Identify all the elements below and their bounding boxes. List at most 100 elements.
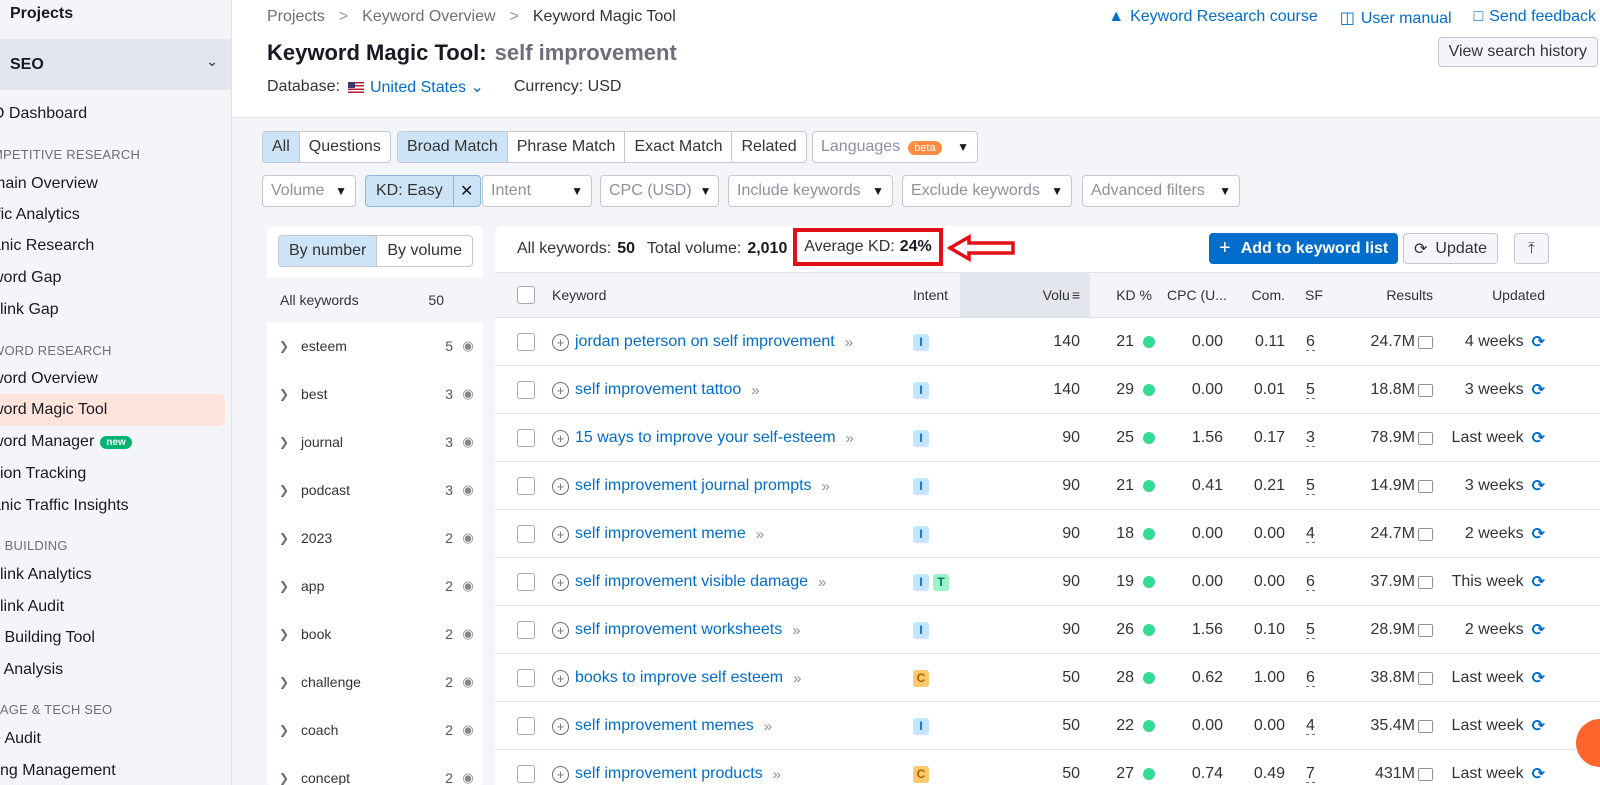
- group-row[interactable]: ❯ esteem 5 ◉: [267, 322, 483, 370]
- sf-count[interactable]: 6: [1306, 333, 1315, 351]
- sidebar-item[interactable]: klink Analytics: [0, 559, 92, 591]
- serp-icon[interactable]: [1418, 623, 1433, 637]
- serp-icon[interactable]: [1418, 479, 1433, 493]
- sidebar-item[interactable]: word Magic Tool: [0, 394, 225, 426]
- sidebar-item[interactable]: anic Traffic Insights: [0, 490, 129, 522]
- serp-icon[interactable]: [1418, 383, 1433, 397]
- col-kd[interactable]: KD %: [1112, 273, 1152, 317]
- cpc-filter[interactable]: CPC (USD) ▼: [600, 175, 719, 207]
- sidebar-item[interactable]: ting Management: [0, 755, 116, 785]
- row-checkbox[interactable]: [517, 381, 535, 399]
- serp-icon[interactable]: [1418, 575, 1433, 589]
- double-chevron-icon[interactable]: »: [845, 334, 853, 351]
- keyword-link[interactable]: self improvement worksheets: [575, 621, 782, 639]
- row-checkbox[interactable]: [517, 525, 535, 543]
- eye-icon[interactable]: ◉: [453, 770, 483, 785]
- group-row[interactable]: ❯ podcast 3 ◉: [267, 466, 483, 514]
- refresh-icon[interactable]: ⟳: [1532, 524, 1545, 544]
- add-keyword-icon[interactable]: +: [552, 573, 569, 591]
- sf-count[interactable]: 4: [1306, 717, 1315, 735]
- sf-cell[interactable]: 6: [1306, 318, 1315, 366]
- sf-count[interactable]: 7: [1306, 765, 1315, 783]
- close-icon[interactable]: ✕: [454, 176, 480, 206]
- double-chevron-icon[interactable]: »: [751, 382, 759, 399]
- sidebar-seo-toggle[interactable]: SEO ⌄: [0, 39, 231, 90]
- serp-icon[interactable]: [1418, 671, 1433, 685]
- add-keyword-icon[interactable]: +: [552, 381, 569, 399]
- group-row[interactable]: ❯ coach 2 ◉: [267, 706, 483, 754]
- sf-count[interactable]: 5: [1306, 477, 1315, 495]
- exclude-keywords-filter[interactable]: Exclude keywords ▼: [902, 175, 1072, 207]
- advanced-filters[interactable]: Advanced filters ▼: [1082, 175, 1240, 207]
- refresh-icon[interactable]: ⟳: [1532, 572, 1545, 592]
- eye-icon[interactable]: ◉: [453, 626, 483, 642]
- double-chevron-icon[interactable]: »: [822, 478, 830, 495]
- refresh-icon[interactable]: ⟳: [1532, 716, 1545, 736]
- sidebar-item[interactable]: anic Research: [0, 230, 94, 262]
- keyword-link[interactable]: jordan peterson on self improvement: [575, 333, 835, 351]
- double-chevron-icon[interactable]: »: [756, 526, 764, 543]
- checkbox[interactable]: [517, 286, 535, 304]
- double-chevron-icon[interactable]: »: [764, 718, 772, 735]
- row-checkbox[interactable]: [517, 429, 535, 447]
- group-row[interactable]: ❯ 2023 2 ◉: [267, 514, 483, 562]
- sidebar-item[interactable]: klink Gap: [0, 294, 59, 326]
- tab-broad-match[interactable]: Broad Match: [398, 132, 508, 162]
- double-chevron-icon[interactable]: »: [792, 622, 800, 639]
- tab-all[interactable]: All: [263, 132, 300, 162]
- export-button[interactable]: ⤒: [1514, 233, 1549, 264]
- double-chevron-icon[interactable]: »: [773, 766, 781, 783]
- refresh-icon[interactable]: ⟳: [1532, 380, 1545, 400]
- keyword-link[interactable]: self improvement products: [575, 765, 763, 783]
- sf-cell[interactable]: 4: [1306, 702, 1315, 750]
- sidebar-projects[interactable]: Projects: [10, 5, 73, 23]
- col-results[interactable]: Results: [1375, 273, 1433, 317]
- volume-filter[interactable]: Volume ▼: [262, 175, 356, 207]
- sf-cell[interactable]: 5: [1306, 366, 1315, 414]
- row-checkbox[interactable]: [517, 333, 535, 351]
- row-checkbox[interactable]: [517, 765, 535, 783]
- chevron-right-icon[interactable]: ❯: [267, 531, 301, 545]
- keyword-link[interactable]: self improvement memes: [575, 717, 754, 735]
- col-intent[interactable]: Intent: [913, 273, 948, 317]
- keyword-research-course-link[interactable]: ▲ Keyword Research course: [1108, 8, 1317, 28]
- breadcrumb-projects[interactable]: Projects: [267, 8, 325, 26]
- sf-cell[interactable]: 4: [1306, 510, 1315, 558]
- sf-cell[interactable]: 7: [1306, 750, 1315, 785]
- add-keyword-icon[interactable]: +: [552, 669, 569, 687]
- eye-icon[interactable]: ◉: [453, 530, 483, 546]
- all-keywords-group[interactable]: All keywords 50: [267, 278, 483, 322]
- chevron-right-icon[interactable]: ❯: [267, 771, 301, 785]
- sf-count[interactable]: 3: [1306, 429, 1315, 447]
- add-to-keyword-list-button[interactable]: + Add to keyword list: [1209, 233, 1399, 264]
- chevron-right-icon[interactable]: ❯: [267, 483, 301, 497]
- by-number-button[interactable]: By number: [279, 236, 378, 266]
- sf-count[interactable]: 4: [1306, 525, 1315, 543]
- row-checkbox[interactable]: [517, 669, 535, 687]
- database-select[interactable]: United States ⌄: [370, 77, 484, 97]
- chevron-right-icon[interactable]: ❯: [267, 435, 301, 449]
- chevron-right-icon[interactable]: ❯: [267, 339, 301, 353]
- add-keyword-icon[interactable]: +: [552, 429, 569, 447]
- refresh-icon[interactable]: ⟳: [1532, 620, 1545, 640]
- eye-icon[interactable]: ◉: [453, 482, 483, 498]
- sf-cell[interactable]: 5: [1306, 462, 1315, 510]
- add-keyword-icon[interactable]: +: [552, 621, 569, 639]
- serp-icon[interactable]: [1418, 431, 1433, 445]
- eye-icon[interactable]: ◉: [453, 338, 483, 354]
- double-chevron-icon[interactable]: »: [846, 430, 854, 447]
- sidebar-item[interactable]: word Overview: [0, 363, 98, 395]
- tab-phrase-match[interactable]: Phrase Match: [508, 132, 626, 162]
- col-com[interactable]: Com.: [1247, 273, 1285, 317]
- sidebar-item[interactable]: k Building Tool: [0, 622, 95, 654]
- keyword-link[interactable]: books to improve self esteem: [575, 669, 783, 687]
- chevron-right-icon[interactable]: ❯: [267, 579, 301, 593]
- languages-dropdown[interactable]: Languages beta ▼: [812, 131, 978, 163]
- eye-icon[interactable]: ◉: [453, 674, 483, 690]
- sidebar-item[interactable]: word Manager new: [0, 426, 132, 458]
- chevron-right-icon[interactable]: ❯: [267, 723, 301, 737]
- row-checkbox[interactable]: [517, 573, 535, 591]
- sidebar-item[interactable]: ffic Analytics: [0, 199, 80, 231]
- add-keyword-icon[interactable]: +: [552, 765, 569, 783]
- keyword-link[interactable]: self improvement meme: [575, 525, 746, 543]
